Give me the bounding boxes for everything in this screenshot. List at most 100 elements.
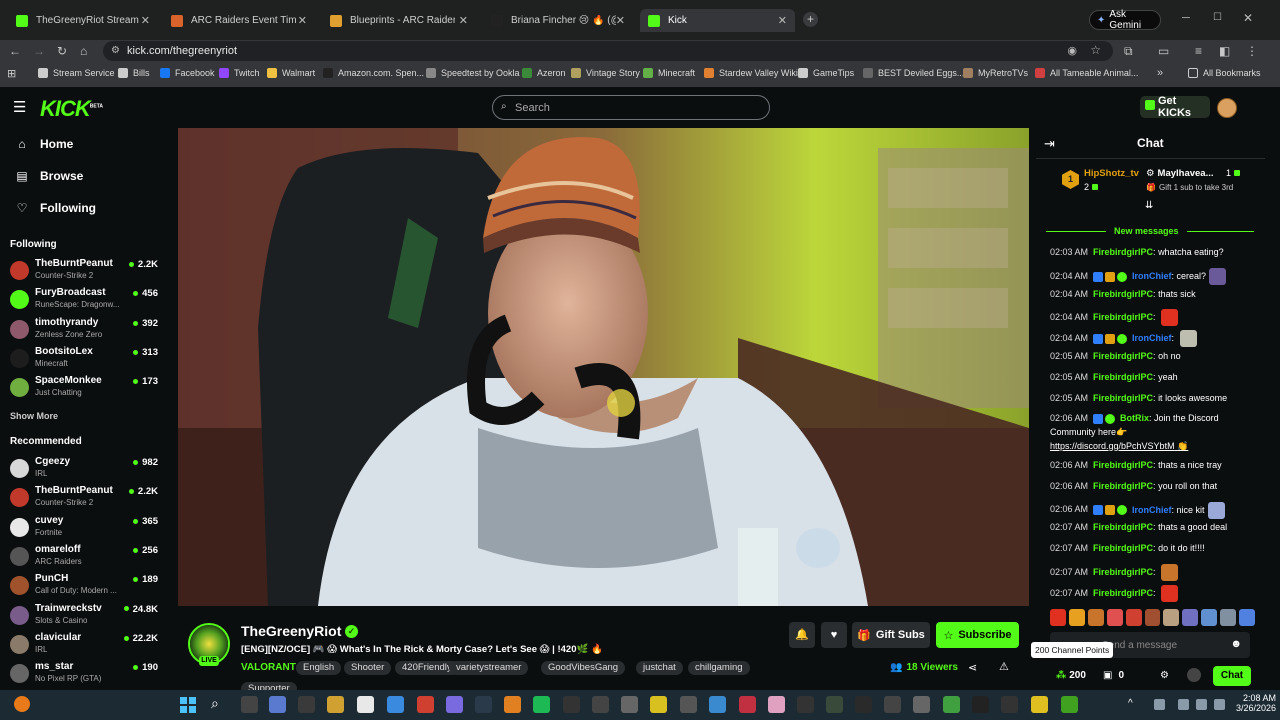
- bookmark-item[interactable]: Bills: [118, 68, 150, 78]
- chat-username[interactable]: IronChief: [1132, 271, 1172, 281]
- send-chat-button[interactable]: Chat: [1213, 666, 1251, 686]
- close-tab-icon[interactable]: ✕: [459, 14, 468, 27]
- tray-chevron-icon[interactable]: ^: [1128, 698, 1133, 709]
- tray-icon[interactable]: [1196, 699, 1207, 710]
- hamburger-menu-icon[interactable]: ☰: [13, 98, 26, 116]
- nav-home[interactable]: ⌂ Home: [14, 137, 73, 151]
- stream-tag[interactable]: Shooter: [344, 661, 392, 675]
- sidebar-channel[interactable]: PunCH Call of Duty: Modern ... 189: [10, 573, 160, 601]
- sidebar-channel[interactable]: BootsitoLex Minecraft 313: [10, 346, 160, 374]
- start-icon[interactable]: [180, 697, 196, 713]
- kick-logo[interactable]: KICKBETA: [40, 96, 103, 122]
- sidebar-channel[interactable]: TheBurntPeanut Counter-Strike 2 2.2K: [10, 485, 160, 513]
- back-icon[interactable]: ←: [9, 44, 21, 58]
- cast-icon[interactable]: ▭: [1158, 44, 1169, 58]
- bookmark-item[interactable]: MyRetroTVs: [963, 68, 1028, 78]
- bookmark-star-icon[interactable]: ☆: [1090, 43, 1101, 57]
- minimize-icon[interactable]: ─: [1182, 12, 1190, 24]
- report-icon[interactable]: ⚠: [999, 660, 1009, 673]
- emote-icon[interactable]: [1182, 609, 1199, 626]
- taskbar-app-icon[interactable]: [621, 696, 638, 713]
- ask-gemini-button[interactable]: ✦ Ask Gemini: [1089, 9, 1161, 31]
- chat-username[interactable]: FirebirdgirlPC: [1093, 481, 1153, 491]
- channel-points[interactable]: ⁂ 200: [1056, 670, 1086, 681]
- emote-icon[interactable]: [1201, 609, 1218, 626]
- taskbar-app-icon[interactable]: [387, 696, 404, 713]
- stream-tag[interactable]: justchat: [636, 661, 683, 675]
- sidebar-channel[interactable]: SpaceMonkee Just Chatting 173: [10, 375, 160, 403]
- channel-name[interactable]: TheGreenyRiot: [241, 623, 341, 639]
- user-avatar[interactable]: [1217, 98, 1237, 118]
- sidebar-channel[interactable]: TheBurntPeanut Counter-Strike 2 2.2K: [10, 258, 160, 286]
- taskbar-app-icon[interactable]: [357, 696, 374, 713]
- taskbar-app-icon[interactable]: [826, 696, 843, 713]
- sidebar-channel[interactable]: omareloff ARC Raiders 256: [10, 544, 160, 572]
- video-player[interactable]: [178, 128, 1029, 606]
- bookmark-item[interactable]: BEST Deviled Eggs...: [863, 68, 964, 78]
- chat-username[interactable]: FirebirdgirlPC: [1093, 567, 1153, 577]
- close-tab-icon[interactable]: ✕: [778, 14, 787, 27]
- bookmark-item[interactable]: All Tameable Animal...: [1035, 68, 1138, 78]
- browser-menu-icon[interactable]: ⋮: [1246, 44, 1258, 58]
- visibility-icon[interactable]: ◉: [1067, 44, 1077, 57]
- taskbar-app-icon[interactable]: [417, 696, 434, 713]
- bookmark-item[interactable]: Minecraft: [643, 68, 695, 78]
- emote-icon[interactable]: [1125, 609, 1142, 626]
- bookmark-item[interactable]: Speedtest by Ookla: [426, 68, 520, 78]
- chat-username[interactable]: FirebirdgirlPC: [1093, 351, 1153, 361]
- apps-grid-icon[interactable]: ⊞: [7, 67, 16, 80]
- nav-browse[interactable]: ▤ Browse: [14, 169, 83, 183]
- stream-tag[interactable]: varietystreamer: [449, 661, 529, 675]
- top-gifter-name[interactable]: HipShotz_tv: [1084, 168, 1139, 179]
- share-icon[interactable]: ⋖: [968, 661, 977, 674]
- chat-username[interactable]: FirebirdgirlPC: [1093, 289, 1153, 299]
- bookmark-item[interactable]: Stardew Valley Wiki: [704, 68, 798, 78]
- chat-username[interactable]: IronChief: [1132, 504, 1172, 514]
- tray-icon[interactable]: [1214, 699, 1225, 710]
- chat-username[interactable]: FirebirdgirlPC: [1093, 460, 1153, 470]
- stream-tag[interactable]: English: [296, 661, 342, 675]
- home-icon[interactable]: ⌂: [80, 44, 87, 58]
- more-bookmarks-icon[interactable]: »: [1157, 67, 1163, 79]
- bookmark-item[interactable]: Twitch: [219, 68, 260, 78]
- stream-tag[interactable]: GoodVibesGang: [541, 661, 626, 675]
- bookmark-item[interactable]: Azeron: [522, 68, 566, 78]
- sidebar-channel[interactable]: cuvey Fortnite 365: [10, 515, 160, 543]
- chat-username[interactable]: FirebirdgirlPC: [1093, 312, 1153, 322]
- sidebar-channel[interactable]: FuryBroadcast RuneScape: Dragonw... 456: [10, 287, 160, 315]
- taskbar-app-icon[interactable]: [739, 696, 756, 713]
- category-link[interactable]: VALORANT: [241, 662, 296, 673]
- gift-subs-button[interactable]: 🎁 Gift Subs: [852, 622, 930, 648]
- reload-icon[interactable]: ↻: [57, 44, 67, 58]
- site-info-icon[interactable]: ⚙: [111, 45, 120, 56]
- taskbar-app-icon[interactable]: [504, 696, 521, 713]
- emote-icon[interactable]: [1050, 609, 1066, 626]
- emote-icon[interactable]: [1163, 609, 1180, 626]
- emote-icon[interactable]: [1106, 609, 1123, 626]
- chat-username[interactable]: FirebirdgirlPC: [1093, 247, 1153, 257]
- taskbar-app-icon[interactable]: [709, 696, 726, 713]
- taskbar-app-icon[interactable]: [797, 696, 814, 713]
- second-gifter-name[interactable]: ⚙ Maylhavea...: [1146, 168, 1214, 179]
- taskbar-app-icon[interactable]: [269, 696, 286, 713]
- profile-icon[interactable]: ◧: [1219, 44, 1230, 58]
- close-window-icon[interactable]: ✕: [1243, 11, 1253, 25]
- taskbar-app-icon[interactable]: [943, 696, 960, 713]
- taskbar-app-icon[interactable]: [533, 696, 550, 713]
- extensions-icon[interactable]: ⧉: [1124, 44, 1133, 59]
- sidebar-channel[interactable]: timothyrandy Zenless Zone Zero 392: [10, 317, 160, 345]
- browser-tab[interactable]: TheGreenyRiot Stream - Wa✕: [8, 9, 158, 32]
- taskbar-app-icon[interactable]: [680, 696, 697, 713]
- bookmark-item[interactable]: Vintage Story: [571, 68, 640, 78]
- notification-bell-button[interactable]: 🔔: [789, 622, 815, 648]
- pinned-expand-icon[interactable]: ⇊: [1145, 200, 1153, 211]
- taskbar-app-icon[interactable]: [475, 696, 492, 713]
- all-bookmarks-folder[interactable]: All Bookmarks: [1188, 68, 1261, 78]
- emote-icon[interactable]: [1068, 609, 1085, 626]
- new-tab-button[interactable]: +: [803, 12, 818, 27]
- chat-username[interactable]: FirebirdgirlPC: [1093, 372, 1153, 382]
- bookmark-item[interactable]: GameTips: [798, 68, 854, 78]
- tray-icon[interactable]: [1178, 699, 1189, 710]
- chat-username[interactable]: IronChief: [1132, 333, 1172, 343]
- sidebar-channel[interactable]: Cgeezy IRL 982: [10, 456, 160, 484]
